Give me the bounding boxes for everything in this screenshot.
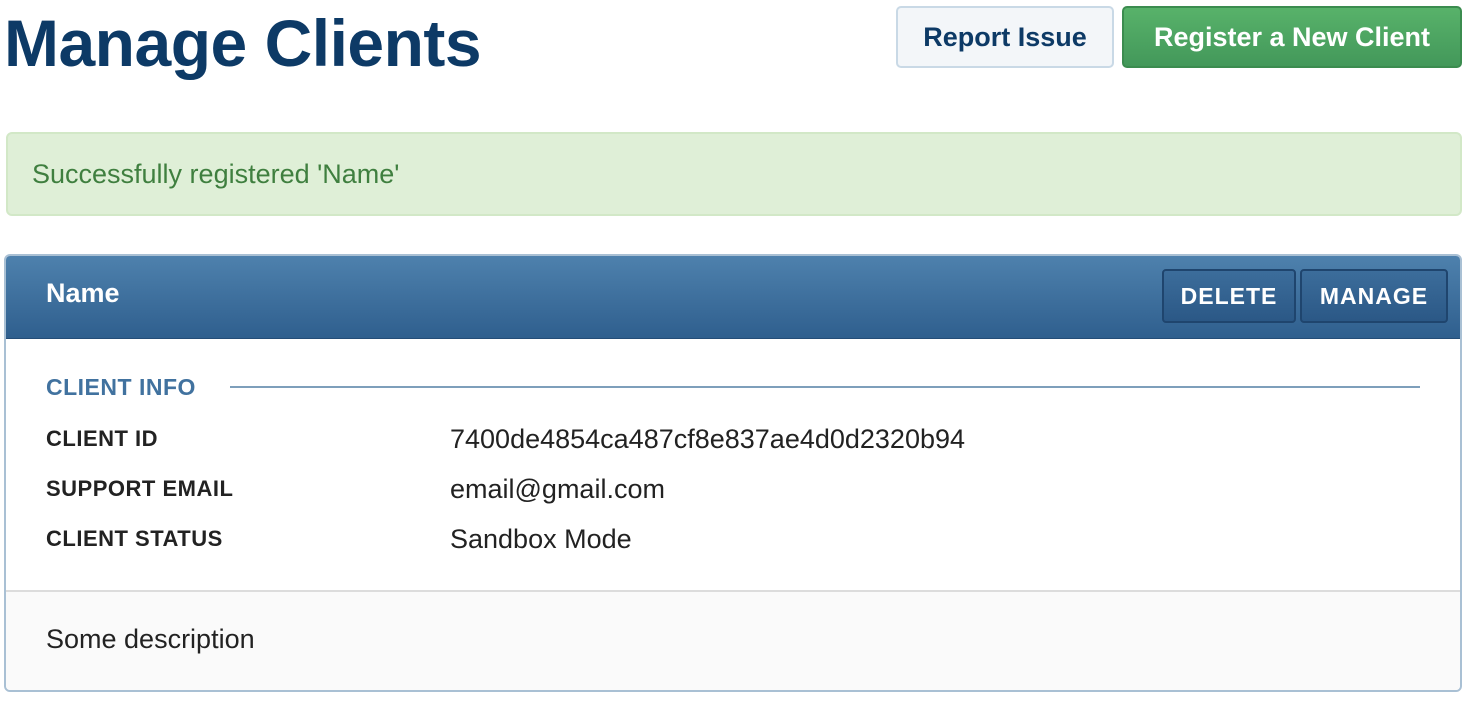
client-status-label: CLIENT STATUS (46, 526, 223, 551)
client-description: Some description (46, 624, 255, 654)
alert-message: Successfully registered 'Name' (32, 158, 400, 189)
manage-button[interactable]: MANAGE (1300, 269, 1448, 323)
delete-button[interactable]: DELETE (1162, 269, 1296, 323)
client-info-heading: CLIENT INFO (46, 374, 196, 400)
support-email-row: SUPPORT EMAIL email@gmail.com (46, 474, 1426, 512)
register-new-client-button[interactable]: Register a New Client (1122, 6, 1462, 68)
client-card: Name DELETE MANAGE CLIENT INFO CLIENT ID… (4, 254, 1462, 692)
client-card-footer: Some description (6, 590, 1460, 690)
client-id-row: CLIENT ID 7400de4854ca487cf8e837ae4d0d23… (46, 424, 1426, 462)
client-id-value: 7400de4854ca487cf8e837ae4d0d2320b94 (450, 424, 966, 454)
support-email-value: email@gmail.com (450, 474, 665, 504)
client-id-label: CLIENT ID (46, 426, 159, 451)
section-divider (230, 386, 1420, 388)
support-email-label: SUPPORT EMAIL (46, 476, 234, 501)
client-status-row: CLIENT STATUS Sandbox Mode (46, 524, 1426, 562)
success-alert: Successfully registered 'Name' (6, 132, 1462, 216)
client-status-value: Sandbox Mode (450, 524, 632, 554)
report-issue-button[interactable]: Report Issue (896, 6, 1114, 68)
manage-clients-page: Manage Clients Report Issue Register a N… (0, 0, 1468, 704)
client-card-header: Name DELETE MANAGE (6, 256, 1460, 339)
client-name: Name (46, 278, 120, 308)
page-title: Manage Clients (4, 6, 482, 80)
